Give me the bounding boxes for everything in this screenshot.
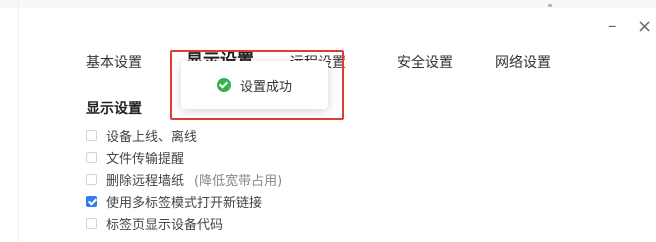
success-toast: 设置成功 xyxy=(181,61,328,109)
option-remove-remote-wallpaper[interactable]: 删除远程墙纸 (降低宽带占用) xyxy=(86,168,386,190)
success-check-icon xyxy=(216,78,231,92)
option-note: (降低宽带占用) xyxy=(194,173,283,189)
option-label: 设备上线、离线 xyxy=(106,129,198,145)
tab-basic-settings[interactable]: 基本设置 xyxy=(86,52,142,72)
tab-security-settings[interactable]: 安全设置 xyxy=(397,52,453,72)
option-label: 文件传输提醒 xyxy=(106,151,185,167)
option-file-transfer-reminder[interactable]: 文件传输提醒 xyxy=(86,146,386,168)
option-device-online-offline[interactable]: 设备上线、离线 xyxy=(86,124,386,146)
option-multi-tab-new-link[interactable]: 使用多标签模式打开新链接 xyxy=(86,190,386,212)
option-label: 删除远程墙纸 xyxy=(106,173,185,189)
checkbox[interactable] xyxy=(86,173,97,185)
toast-message: 设置成功 xyxy=(239,79,292,95)
checkbox[interactable] xyxy=(86,151,97,163)
option-tab-show-device-code[interactable]: 标签页显示设备代码 xyxy=(86,212,386,234)
display-options-list: 设备上线、离线 文件传输提醒 删除远程墙纸 (降低宽带占用) 使用多标签模式打开… xyxy=(86,124,386,234)
checkbox-checked[interactable] xyxy=(86,195,97,207)
tab-network-settings[interactable]: 网络设置 xyxy=(495,52,551,72)
checkbox[interactable] xyxy=(86,217,97,229)
section-title: 显示设置 xyxy=(86,101,142,117)
option-label: 标签页显示设备代码 xyxy=(106,217,224,233)
checkbox[interactable] xyxy=(86,129,97,141)
option-label: 使用多标签模式打开新链接 xyxy=(106,195,263,211)
